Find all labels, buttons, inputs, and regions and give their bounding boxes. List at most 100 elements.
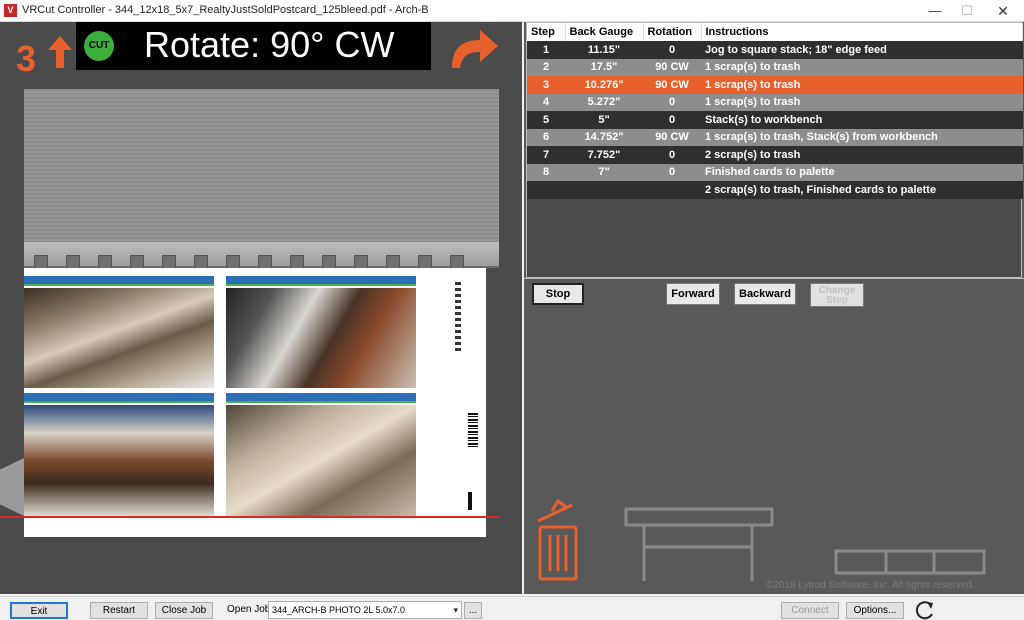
instructions-cell: 1 scrap(s) to trash, Stack(s) from workb…	[701, 128, 1023, 146]
close-job-button[interactable]: Close Job	[155, 602, 213, 619]
rotation-cell: 0	[643, 163, 701, 181]
clamp-tab	[290, 255, 304, 269]
maximize-button[interactable]: ☐	[952, 0, 982, 22]
browse-button[interactable]: ...	[464, 602, 482, 619]
table-row[interactable]: 1 11.15" 0 Jog to square stack; 18" edge…	[527, 41, 1023, 59]
table-header-row: Step Back Gauge Rotation Instructions	[527, 23, 1023, 41]
rotation-cell: 0	[643, 146, 701, 164]
table-row[interactable]: 2 scrap(s) to trash, Finished cards to p…	[527, 181, 1023, 199]
stairs-photo	[226, 288, 416, 388]
workbench-icon	[624, 507, 774, 581]
barcode	[468, 413, 478, 447]
sheet-margin-text	[455, 282, 461, 352]
open-job-select[interactable]: 344_ARCH-B PHOTO 2L 5.0x7.0 ▾	[268, 601, 462, 619]
cutter-blade-surface	[24, 89, 499, 265]
table-row[interactable]: 4 5.272" 0 1 scrap(s) to trash	[527, 93, 1023, 111]
rotation-cell: 0	[643, 93, 701, 111]
command-banner: CUT Rotate: 90° CW	[76, 22, 431, 70]
clamp-tab	[66, 255, 80, 269]
stop-button[interactable]: Stop	[532, 283, 584, 305]
instructions-cell: 2 scrap(s) to trash, Finished cards to p…	[701, 181, 1023, 199]
step-cell: 3	[527, 76, 565, 94]
steps-table-container: Step Back Gauge Rotation Instructions 1 …	[526, 22, 1023, 278]
table-row-current[interactable]: 3 10.276" 90 CW 1 scrap(s) to trash	[527, 76, 1023, 94]
cut-badge: CUT	[84, 31, 114, 61]
rotate-cw-icon	[452, 30, 498, 68]
trash-icon	[537, 499, 578, 581]
rotation-cell: 90 CW	[643, 76, 701, 94]
column-header-back-gauge[interactable]: Back Gauge	[565, 23, 644, 41]
gauge-cell: 17.5"	[565, 58, 643, 76]
clamp-tab	[194, 255, 208, 269]
step-cell: 8	[527, 163, 565, 181]
close-window-button[interactable]: ✕	[988, 0, 1018, 22]
column-header-rotation[interactable]: Rotation	[643, 23, 702, 41]
palette-icon	[834, 549, 986, 575]
gauge-cell: 10.276"	[565, 76, 643, 94]
command-text: Rotate: 90° CW	[144, 24, 395, 65]
living-room-photo	[24, 405, 214, 517]
rotation-cell	[643, 181, 701, 199]
title-bar: V VRCut Controller - 344_12x18_5x7_Realt…	[0, 0, 1024, 22]
gauge-cell: 7.752"	[565, 146, 643, 164]
clamp-tab	[98, 255, 112, 269]
postcard-preview	[226, 393, 416, 517]
rotation-cell: 0	[643, 41, 701, 59]
step-cell: 5	[527, 111, 565, 129]
registration-mark	[468, 492, 472, 510]
minimize-button[interactable]: —	[920, 0, 950, 22]
instructions-cell: Jog to square stack; 18" edge feed	[701, 41, 1023, 59]
connect-button[interactable]: Connect	[781, 602, 839, 619]
cut-line	[0, 516, 500, 518]
instructions-cell: 1 scrap(s) to trash	[701, 76, 1023, 94]
instructions-cell: 1 scrap(s) to trash	[701, 58, 1023, 76]
clamp-tab	[418, 255, 432, 269]
bottom-toolbar: Exit Restart Close Job Open Job: 344_ARC…	[0, 596, 1024, 620]
steps-table: Step Back Gauge Rotation Instructions 1 …	[527, 23, 1023, 199]
table-row[interactable]: 8 7" 0 Finished cards to palette	[527, 163, 1023, 181]
clamp-tab	[258, 255, 272, 269]
current-step-number: 3	[16, 38, 37, 79]
change-step-label-line2: Step	[826, 295, 848, 306]
cutter-view: 3 CUT Rotate: 90° CW	[0, 22, 522, 594]
card-header-strip	[226, 276, 416, 286]
instructions-cell: Stack(s) to workbench	[701, 111, 1023, 129]
column-header-instructions[interactable]: Instructions	[701, 23, 1023, 41]
backward-button[interactable]: Backward	[734, 283, 796, 305]
restart-button[interactable]: Restart	[90, 602, 148, 619]
table-row[interactable]: 7 7.752" 0 2 scrap(s) to trash	[527, 146, 1023, 164]
clamp-tab	[322, 255, 336, 269]
paper-sheet-preview	[24, 268, 486, 537]
step-cell: 7	[527, 146, 565, 164]
clamp-tab	[162, 255, 176, 269]
clamp-tab	[386, 255, 400, 269]
column-header-step[interactable]: Step	[527, 23, 566, 41]
postcard-preview	[226, 276, 416, 388]
kitchen-photo	[24, 288, 214, 388]
forward-button[interactable]: Forward	[666, 283, 720, 305]
exit-button[interactable]: Exit	[10, 602, 68, 619]
rotation-cell: 90 CW	[643, 58, 701, 76]
step-cell: 4	[527, 93, 565, 111]
gauge-cell: 7"	[565, 163, 643, 181]
window-title: VRCut Controller - 344_12x18_5x7_RealtyJ…	[22, 4, 429, 16]
instructions-cell: Finished cards to palette	[701, 163, 1023, 181]
control-panel: Step Back Gauge Rotation Instructions 1 …	[524, 22, 1024, 594]
gauge-cell: 11.15"	[565, 41, 643, 59]
card-header-strip	[226, 393, 416, 403]
table-row[interactable]: 5 5" 0 Stack(s) to workbench	[527, 111, 1023, 129]
change-step-button[interactable]: Change Step	[810, 283, 864, 307]
step-cell: 1	[527, 41, 565, 59]
clamp-tab	[450, 255, 464, 269]
table-row[interactable]: 2 17.5" 90 CW 1 scrap(s) to trash	[527, 58, 1023, 76]
copyright-text: ©2018 Lytrod Software, Inc. All rights r…	[766, 580, 975, 591]
table-row[interactable]: 6 14.752" 90 CW 1 scrap(s) to trash, Sta…	[527, 128, 1023, 146]
step-cell: 6	[527, 128, 565, 146]
gauge-cell: 14.752"	[565, 128, 643, 146]
gauge-cell	[565, 181, 643, 199]
gauge-cell: 5"	[565, 111, 643, 129]
step-cell	[527, 181, 565, 199]
step-cell: 2	[527, 58, 565, 76]
options-button[interactable]: Options...	[846, 602, 904, 619]
refresh-icon[interactable]	[914, 600, 936, 620]
